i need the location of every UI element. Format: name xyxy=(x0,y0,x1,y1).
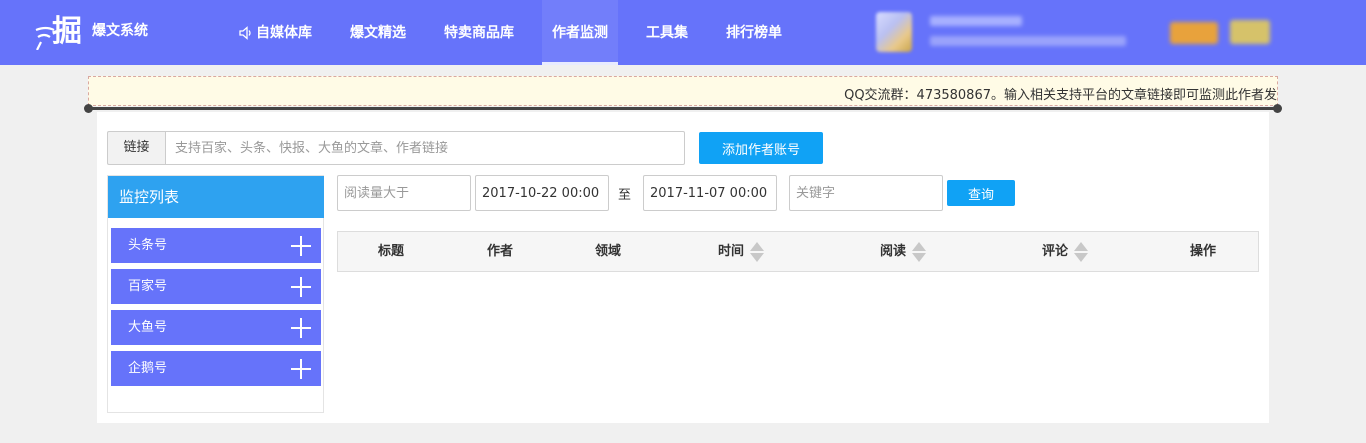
link-label: 链接 xyxy=(107,131,165,165)
logo-character: 掘 xyxy=(52,14,82,49)
nav-item-label: 自媒体库 xyxy=(256,24,312,41)
date-range-separator: 至 xyxy=(618,188,632,203)
redacted-username xyxy=(930,16,1022,26)
sidebar-item-qie[interactable]: 企鹅号 xyxy=(111,351,321,386)
sidebar-item-label: 企鹅号 xyxy=(128,361,168,376)
sidebar-item-label: 百家号 xyxy=(128,279,168,294)
nav-item-label: 特卖商品库 xyxy=(444,24,514,41)
column-actions: 操作 xyxy=(1190,244,1217,259)
column-comments[interactable]: 评论 xyxy=(1042,232,1089,272)
link-input[interactable] xyxy=(165,131,685,165)
nav-item-sale-products[interactable]: 特卖商品库 xyxy=(434,0,524,65)
sidebar-item-dayu[interactable]: 大鱼号 xyxy=(111,310,321,345)
column-title[interactable]: 标题 xyxy=(378,232,404,272)
nav-item-label: 作者监测 xyxy=(552,24,608,41)
sidebar-item-toutiao[interactable]: 头条号 xyxy=(111,228,321,263)
nav-item-tools[interactable]: 工具集 xyxy=(636,0,698,65)
table-header: 标题 作者 领域 时间 阅读 评论 操作 xyxy=(337,231,1259,272)
nav-item-label: 排行榜单 xyxy=(726,24,782,41)
notice-text: QQ交流群：473580867。输入相关支持平台的文章链接即可监测此作者发 xyxy=(844,88,1277,103)
main-panel: 链接 添加作者账号 监控列表 头条号 百家号 大鱼号 企鹅号 至 查询 标题 作… xyxy=(97,112,1269,423)
notice-banner: QQ交流群：473580867。输入相关支持平台的文章链接即可监测此作者发 xyxy=(88,76,1278,106)
brand-name: 爆文系统 xyxy=(92,23,148,39)
monitor-list: 监控列表 头条号 百家号 大鱼号 企鹅号 xyxy=(107,175,324,413)
nav-item-label: 爆文精选 xyxy=(350,24,406,41)
sort-icon[interactable] xyxy=(912,241,927,263)
avatar[interactable] xyxy=(876,12,912,52)
query-button[interactable]: 查询 xyxy=(947,180,1015,206)
column-author[interactable]: 作者 xyxy=(487,232,513,272)
sidebar-item-baijia[interactable]: 百家号 xyxy=(111,269,321,304)
nav-item-author-monitor[interactable]: 作者监测 xyxy=(542,0,618,65)
column-time[interactable]: 时间 xyxy=(718,232,765,272)
end-date-input[interactable] xyxy=(643,175,777,211)
sort-icon[interactable] xyxy=(750,241,765,263)
nav-item-top-articles[interactable]: 爆文精选 xyxy=(340,0,416,65)
start-date-input[interactable] xyxy=(475,175,609,211)
nav-item-label: 工具集 xyxy=(646,24,688,41)
divider-bar xyxy=(84,104,1282,113)
plus-icon[interactable] xyxy=(291,236,311,256)
nav-item-media-library[interactable]: 自媒体库 xyxy=(228,0,322,65)
logo-mark: 掘 xyxy=(34,14,90,50)
plus-icon[interactable] xyxy=(291,318,311,338)
monitor-list-title: 监控列表 xyxy=(108,176,324,218)
link-input-group: 链接 xyxy=(107,131,685,165)
column-field[interactable]: 领域 xyxy=(595,232,621,272)
keyword-input[interactable] xyxy=(789,175,943,211)
sidebar-item-label: 大鱼号 xyxy=(128,320,168,335)
add-author-button[interactable]: 添加作者账号 xyxy=(699,132,823,164)
redacted-badge[interactable] xyxy=(1230,20,1270,44)
redacted-badge[interactable] xyxy=(1170,22,1218,44)
plus-icon[interactable] xyxy=(291,359,311,379)
column-reads[interactable]: 阅读 xyxy=(880,232,927,272)
redacted-user-detail xyxy=(930,36,1126,46)
min-reads-input[interactable] xyxy=(337,175,471,211)
speaker-icon xyxy=(238,25,254,41)
sidebar-item-label: 头条号 xyxy=(128,238,168,253)
nav-item-rankings[interactable]: 排行榜单 xyxy=(716,0,792,65)
main-nav: 自媒体库 爆文精选 特卖商品库 作者监测 工具集 排行榜单 xyxy=(228,0,810,65)
plus-icon[interactable] xyxy=(291,277,311,297)
sort-icon[interactable] xyxy=(1074,241,1089,263)
logo[interactable]: 掘 爆文系统 xyxy=(34,14,148,50)
top-navbar: 掘 爆文系统 自媒体库 爆文精选 特卖商品库 作者监测 工具集 排行榜单 xyxy=(0,0,1366,65)
